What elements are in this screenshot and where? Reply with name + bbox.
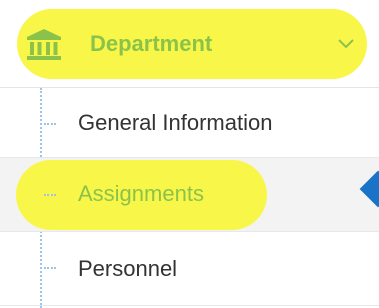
nav-item-label: Personnel xyxy=(78,256,178,281)
nav-item-label: Assignments xyxy=(78,181,204,206)
nav-item-personnel[interactable]: Personnel xyxy=(0,232,379,306)
divider xyxy=(0,305,379,306)
nav-item-general-information[interactable]: General Information xyxy=(0,88,379,158)
tree-branch xyxy=(44,123,56,125)
nav-item-assignments-content: Assignments xyxy=(0,158,379,232)
tree-branch xyxy=(44,267,56,269)
tree-branch xyxy=(44,194,56,196)
sidebar-nav: Department General Information Assignmen… xyxy=(0,0,379,308)
nav-item-label: General Information xyxy=(78,110,273,135)
department-menu-header[interactable]: Department xyxy=(17,9,367,79)
institution-icon xyxy=(27,29,61,60)
department-label: Department xyxy=(90,31,213,56)
chevron-down-icon[interactable] xyxy=(337,38,355,50)
